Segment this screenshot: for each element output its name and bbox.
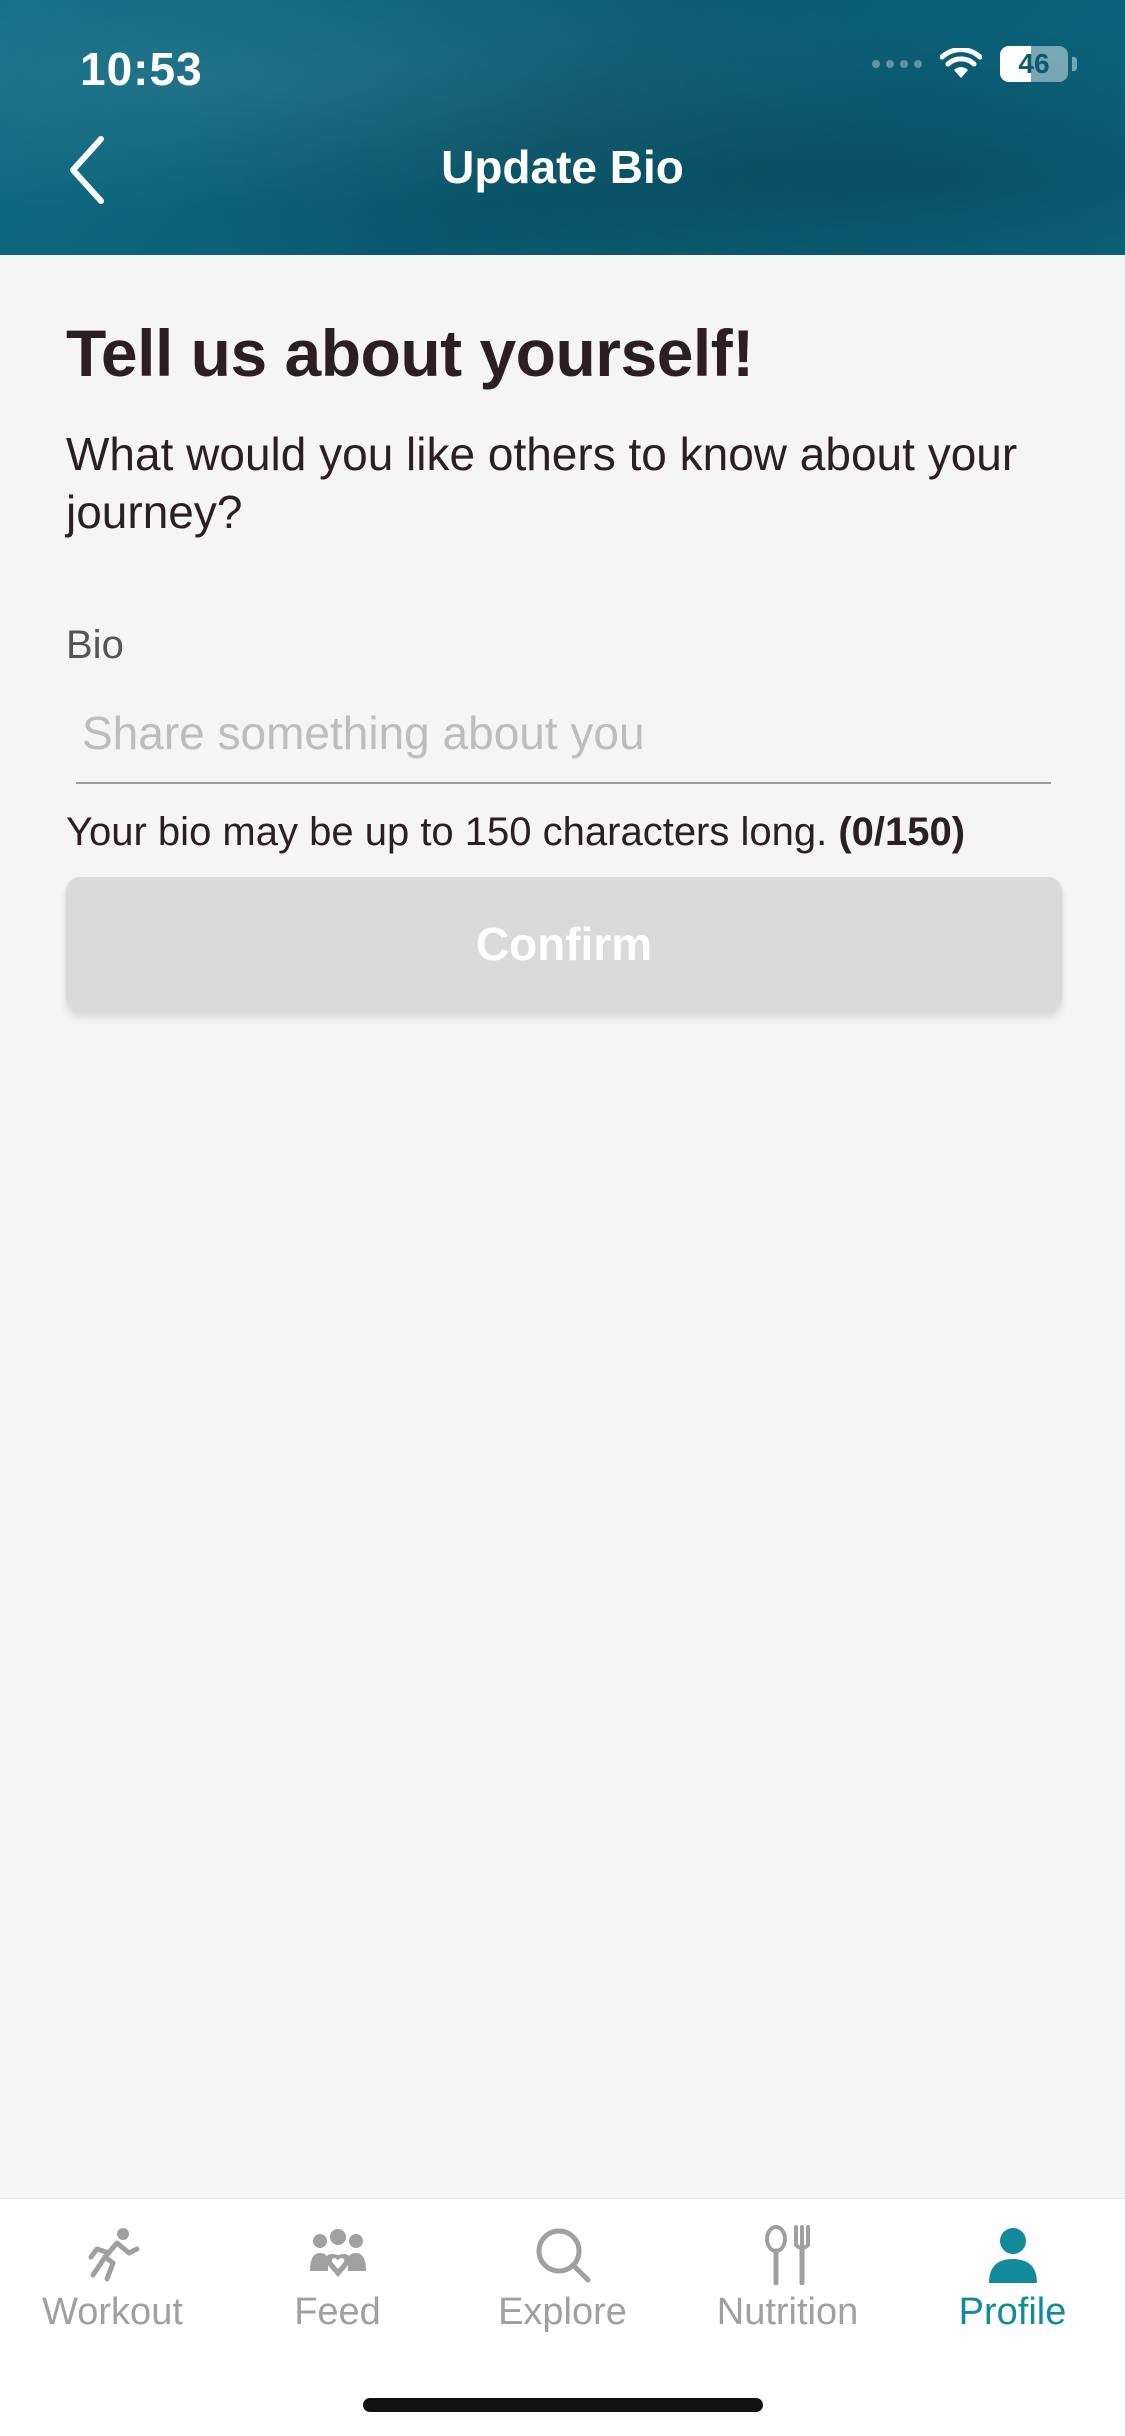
tab-nutrition[interactable]: Nutrition — [675, 2199, 900, 2339]
bio-hint-text: Your bio may be up to 150 characters lon… — [66, 810, 828, 854]
tab-label: Workout — [42, 2291, 183, 2333]
bio-label: Bio — [66, 623, 124, 667]
header: 10:53 46 Update Bio — [0, 0, 1125, 255]
char-count: (0/150) — [838, 810, 966, 854]
status-time: 10:53 — [80, 43, 203, 95]
bio-form: Tell us about yourself! What would you l… — [66, 255, 1062, 1011]
cellular-signal-icon — [872, 60, 922, 68]
fork-spoon-icon — [753, 2223, 823, 2287]
confirm-button[interactable]: Confirm — [66, 877, 1062, 1011]
search-icon — [528, 2223, 598, 2287]
page-title: Update Bio — [441, 141, 684, 193]
people-heart-icon — [303, 2223, 373, 2287]
tab-explore[interactable]: Explore — [450, 2199, 675, 2339]
running-person-icon — [78, 2223, 148, 2287]
tab-label: Nutrition — [716, 2291, 859, 2333]
person-icon — [978, 2223, 1048, 2287]
bio-hint: Your bio may be up to 150 characters lon… — [66, 810, 1059, 855]
status-icons: 46 — [872, 46, 1077, 82]
update-bio-screen: 10:53 46 Update Bio Tell us about yourse… — [0, 0, 1125, 2436]
bio-input[interactable] — [76, 704, 1051, 784]
home-indicator — [363, 2398, 763, 2412]
tab-feed[interactable]: Feed — [225, 2199, 450, 2339]
tab-profile[interactable]: Profile — [900, 2199, 1125, 2339]
wifi-icon — [940, 48, 982, 78]
tab-label: Profile — [958, 2291, 1067, 2333]
battery-level: 46 — [1018, 48, 1050, 79]
battery-icon: 46 — [1000, 46, 1068, 82]
tab-label: Feed — [294, 2291, 381, 2333]
form-subhead: What would you like others to know about… — [66, 428, 1018, 538]
tab-label: Explore — [498, 2291, 627, 2333]
tab-workout[interactable]: Workout — [0, 2199, 225, 2339]
form-headline: Tell us about yourself! — [66, 316, 754, 390]
